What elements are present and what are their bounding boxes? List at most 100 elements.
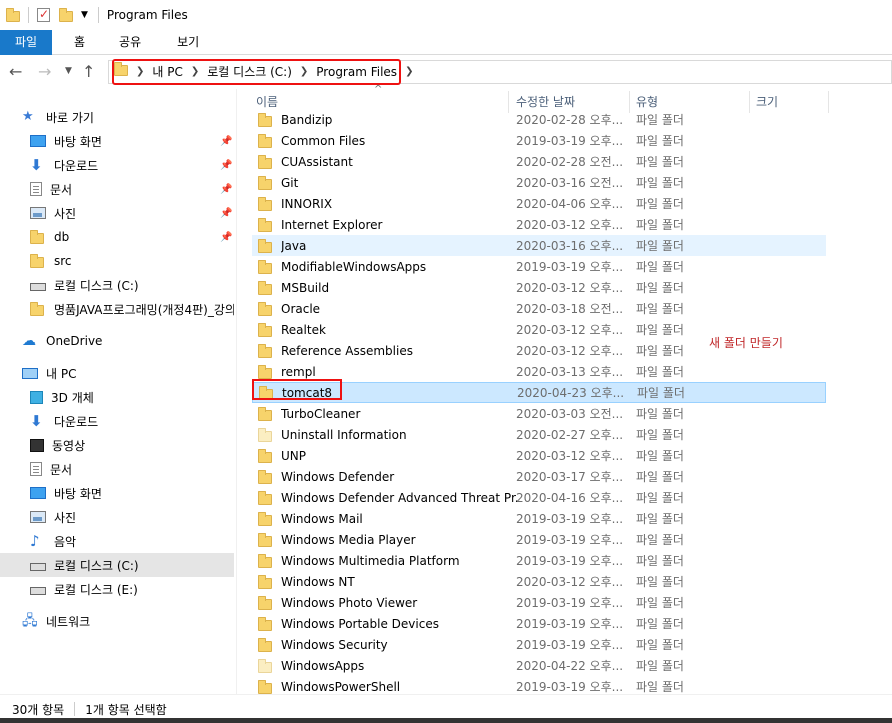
file-row[interactable]: TurboCleaner 2020-03-03 오전... 파일 폴더 [252,403,826,424]
file-date: 2020-03-12 오후... [516,449,624,463]
file-row[interactable]: Windows Multimedia Platform 2019-03-19 오후… [252,550,826,571]
file-row[interactable]: UNP 2020-03-12 오후... 파일 폴더 [252,445,826,466]
pin-icon[interactable]: 📌 [220,184,232,195]
file-date: 2019-03-19 오후... [516,617,624,631]
drive-icon [30,283,46,291]
forward-arrow-icon[interactable]: → [38,62,51,81]
sidebar-item-downloads-pc[interactable]: ⬇ 다운로드 [0,409,234,433]
column-header-date[interactable]: 수정한 날짜 [516,91,575,113]
tab-view[interactable]: 보기 [163,30,213,55]
file-row[interactable]: Common Files 2019-03-19 오후... 파일 폴더 [252,130,826,151]
sidebar-item-db[interactable]: db 📌 [0,225,234,249]
quick-access-dropdown-icon[interactable]: ▼ [81,10,88,20]
file-date: 2019-03-19 오후... [516,533,624,547]
sidebar-item-src[interactable]: src [0,249,234,273]
sidebar-item-network[interactable]: 🖧 네트워크 [0,609,234,633]
file-row[interactable]: INNORIX 2020-04-06 오후... 파일 폴더 [252,193,826,214]
file-row[interactable]: Git 2020-03-16 오전... 파일 폴더 [252,172,826,193]
sidebar-item-3d-objects[interactable]: 3D 개체 [0,385,234,409]
folder-icon [258,679,272,694]
file-row[interactable]: WindowsPowerShell 2019-03-19 오후... 파일 폴더 [252,676,826,694]
folder-icon [258,113,272,127]
sidebar-item-quick-access[interactable]: ★ 바로 가기 [0,105,234,129]
column-header-name[interactable]: 이름 [256,91,278,113]
column-separator[interactable] [508,91,509,113]
file-date: 2020-03-13 오후... [516,365,624,379]
sidebar-item-onedrive[interactable]: ☁ OneDrive [0,329,234,353]
file-name: Java [281,238,307,253]
sidebar-item-local-disk-c-quick[interactable]: 로컬 디스크 (C:) [0,273,234,297]
file-type: 파일 폴더 [636,575,684,589]
file-type: 파일 폴더 [636,113,684,127]
file-row[interactable]: Windows Defender 2020-03-17 오후... 파일 폴더 [252,466,826,487]
sidebar-item-music[interactable]: ♪ 음악 [0,529,234,553]
pane-divider[interactable] [236,89,237,694]
sidebar-item-local-disk-c[interactable]: 로컬 디스크 (C:) [0,553,234,577]
pin-icon[interactable]: 📌 [220,232,232,243]
download-icon: ⬇ [30,412,43,430]
file-name: WindowsApps [281,658,365,673]
file-row[interactable]: Windows NT 2020-03-12 오후... 파일 폴더 [252,571,826,592]
file-row[interactable]: ModifiableWindowsApps 2019-03-19 오후... 파일 … [252,256,826,277]
sidebar-item-label: 바탕 화면 [54,486,102,501]
file-type: 파일 폴더 [636,155,684,169]
file-row[interactable]: Windows Defender Advanced Threat Pr... 20… [252,487,826,508]
column-separator[interactable] [629,91,630,113]
file-row[interactable]: Java 2020-03-16 오후... 파일 폴더 [252,235,826,256]
sidebar-item-videos[interactable]: 동영상 [0,433,234,457]
column-header-type[interactable]: 유형 [636,91,658,113]
file-row[interactable]: Internet Explorer 2020-03-12 오후... 파일 폴더 [252,214,826,235]
file-row[interactable]: MSBuild 2020-03-12 오후... 파일 폴더 [252,277,826,298]
file-row[interactable]: WindowsApps 2020-04-22 오후... 파일 폴더 [252,655,826,676]
up-arrow-icon[interactable]: ↑ [82,62,95,81]
recent-locations-chevron-icon[interactable]: ▼ [65,66,72,76]
file-name: Windows Defender [281,469,395,484]
sidebar-item-label: 로컬 디스크 (C:) [54,278,139,293]
sidebar-item-java-lecture[interactable]: 명품JAVA프로그래밍(개정4판)_강의 [0,297,234,321]
file-row[interactable]: Oracle 2020-03-18 오전... 파일 폴더 [252,298,826,319]
chevron-right-icon[interactable]: ❯ [405,66,413,77]
sidebar-item-label: 사진 [54,206,77,221]
properties-icon[interactable] [37,7,51,22]
sidebar-item-downloads[interactable]: ⬇ 다운로드 📌 [0,153,234,177]
file-row[interactable]: Bandizip 2020-02-28 오후... 파일 폴더 [252,113,826,130]
column-separator[interactable] [828,91,829,113]
file-row[interactable]: Windows Security 2019-03-19 오후... 파일 폴더 [252,634,826,655]
sidebar-item-desktop[interactable]: 바탕 화면 📌 [0,129,234,153]
file-row[interactable]: Windows Media Player 2019-03-19 오후... 파일 폴… [252,529,826,550]
column-separator[interactable] [749,91,750,113]
sidebar-item-documents-pc[interactable]: 문서 [0,457,234,481]
folder-icon [258,217,272,232]
sidebar-item-this-pc[interactable]: 내 PC [0,361,234,385]
tab-share[interactable]: 공유 [105,30,155,55]
file-date: 2019-03-19 오후... [516,260,624,274]
new-folder-icon[interactable] [59,8,73,22]
sidebar-item-label: 로컬 디스크 (E:) [54,582,138,597]
file-row[interactable]: CUAssistant 2020-02-28 오전... 파일 폴더 [252,151,826,172]
sidebar-item-local-disk-e[interactable]: 로컬 디스크 (E:) [0,577,234,601]
file-row[interactable]: Windows Photo Viewer 2019-03-19 오후... 파일 폴… [252,592,826,613]
tab-home[interactable]: 홈 [60,30,99,55]
file-type: 파일 폴더 [636,491,684,505]
sidebar-item-label: 음악 [54,534,77,549]
file-row[interactable]: Windows Mail 2019-03-19 오후... 파일 폴더 [252,508,826,529]
folder-icon [258,259,272,274]
file-name: INNORIX [281,196,333,211]
folder-icon [258,532,272,547]
folder-icon [258,154,272,169]
pin-icon[interactable]: 📌 [220,160,232,171]
pin-icon[interactable]: 📌 [220,208,232,219]
file-row[interactable]: Uninstall Information 2020-02-27 오후... 파일 … [252,424,826,445]
file-date: 2020-03-16 오후... [516,239,624,253]
tab-file[interactable]: 파일 [0,30,52,55]
file-name: CUAssistant [281,154,353,169]
column-header-size[interactable]: 크기 [756,91,778,113]
sidebar-item-pictures-pc[interactable]: 사진 [0,505,234,529]
back-arrow-icon[interactable]: ← [9,62,22,81]
sidebar-item-pictures[interactable]: 사진 📌 [0,201,234,225]
file-name: ModifiableWindowsApps [281,259,427,274]
sidebar-item-desktop-pc[interactable]: 바탕 화면 [0,481,234,505]
sidebar-item-documents[interactable]: 문서 📌 [0,177,234,201]
pin-icon[interactable]: 📌 [220,136,232,147]
file-row[interactable]: Windows Portable Devices 2019-03-19 오후...… [252,613,826,634]
